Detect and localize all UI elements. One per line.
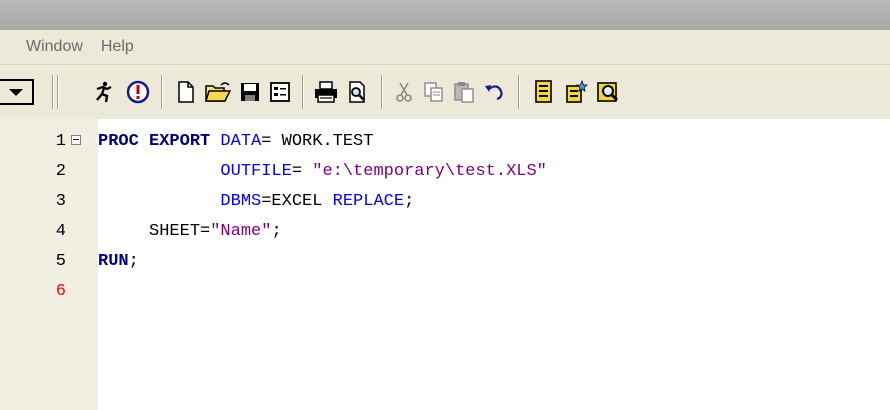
code-token-plain: = xyxy=(291,162,313,181)
code-line[interactable]: 4 SHEET="Name"; xyxy=(0,217,890,247)
code-token-kw: RUN xyxy=(98,252,129,271)
copy-button[interactable] xyxy=(420,78,448,106)
line-number: 1 xyxy=(55,132,66,151)
line-number: 2 xyxy=(55,162,66,181)
properties-button[interactable] xyxy=(266,78,294,106)
code-token-str: "e:\temporary\test.XLS" xyxy=(312,162,547,181)
paste-button[interactable] xyxy=(450,78,478,106)
submit-icon xyxy=(96,81,112,103)
line-number: 3 xyxy=(55,192,66,211)
break-button[interactable] xyxy=(124,78,152,106)
cut-icon xyxy=(396,82,412,102)
code-text: PROC EXPORT DATA= WORK.TEST xyxy=(98,127,373,157)
code-line[interactable]: 5 RUN; xyxy=(0,247,890,277)
command-combo-dropdown[interactable] xyxy=(0,79,34,105)
library-button[interactable] xyxy=(530,78,558,106)
code-text: DBMS=EXCEL REPLACE; xyxy=(98,187,414,217)
open-icon xyxy=(205,82,231,102)
code-token-plain: ; xyxy=(271,222,282,241)
code-token-opt: REPLACE xyxy=(332,192,405,211)
copy-icon xyxy=(424,82,443,102)
menu-window[interactable]: Window xyxy=(26,38,83,56)
toolbar-separator xyxy=(57,75,59,109)
program-editor[interactable]: 1 PROC EXPORT DATA= WORK.TEST 2 OUTFILE= "… xyxy=(0,119,890,410)
code-line[interactable]: 3 DBMS=EXCEL REPLACE; xyxy=(0,187,890,217)
print-preview-icon xyxy=(349,81,365,103)
code-token-plain: = WORK.TEST xyxy=(261,132,374,151)
menu-bar: Window Help xyxy=(0,30,890,64)
open-button[interactable] xyxy=(204,78,232,106)
cut-button[interactable] xyxy=(390,78,418,106)
menu-help[interactable]: Help xyxy=(101,38,134,56)
code-text: SHEET="Name"; xyxy=(98,217,282,247)
code-line[interactable]: 6 xyxy=(0,277,890,307)
paste-icon xyxy=(454,82,474,103)
new-button[interactable] xyxy=(172,78,200,106)
line-number: 4 xyxy=(55,222,66,241)
new-icon xyxy=(178,81,194,103)
print-preview-button[interactable] xyxy=(344,78,372,106)
library-icon xyxy=(535,80,552,103)
code-token-kw: PROC EXPORT xyxy=(98,132,211,151)
code-token-plain: ; xyxy=(404,192,415,211)
find-icon xyxy=(597,82,619,102)
code-text: RUN; xyxy=(98,247,139,277)
toolbar xyxy=(0,64,890,120)
code-token-plain: ; xyxy=(128,252,139,271)
title-bar xyxy=(0,0,890,30)
save-icon xyxy=(241,83,259,101)
code-token-opt: DATA xyxy=(220,132,262,151)
print-button[interactable] xyxy=(312,78,340,106)
find-button[interactable] xyxy=(594,78,622,106)
collapse-icon[interactable] xyxy=(71,135,81,145)
undo-button[interactable] xyxy=(480,78,508,106)
toolbar-separator xyxy=(52,75,54,109)
line-number: 5 xyxy=(55,252,66,271)
submit-button[interactable] xyxy=(90,78,118,106)
chevron-down-icon xyxy=(9,88,23,96)
print-icon xyxy=(315,81,337,103)
code-token-plain: =EXCEL xyxy=(261,192,333,211)
code-token-str: "Name" xyxy=(210,222,272,241)
code-text: OUTFILE= "e:\temporary\test.XLS" xyxy=(98,157,547,187)
undo-icon xyxy=(485,85,503,101)
code-line[interactable]: 2 OUTFILE= "e:\temporary\test.XLS" xyxy=(0,157,890,187)
toolbar-separator xyxy=(161,75,163,109)
code-line[interactable]: 1 PROC EXPORT DATA= WORK.TEST xyxy=(0,127,890,157)
explorer-button[interactable] xyxy=(562,78,590,106)
explorer-icon xyxy=(566,80,588,103)
code-token-opt: OUTFILE xyxy=(220,162,292,181)
break-icon xyxy=(126,80,150,104)
line-number: 6 xyxy=(55,282,66,301)
code-token-opt: DBMS xyxy=(220,192,262,211)
toolbar-separator xyxy=(302,75,304,109)
code-token-plain: SHEET= xyxy=(98,222,211,241)
toolbar-separator xyxy=(518,75,520,109)
properties-icon xyxy=(270,82,290,102)
toolbar-separator xyxy=(381,75,383,109)
save-button[interactable] xyxy=(236,78,264,106)
